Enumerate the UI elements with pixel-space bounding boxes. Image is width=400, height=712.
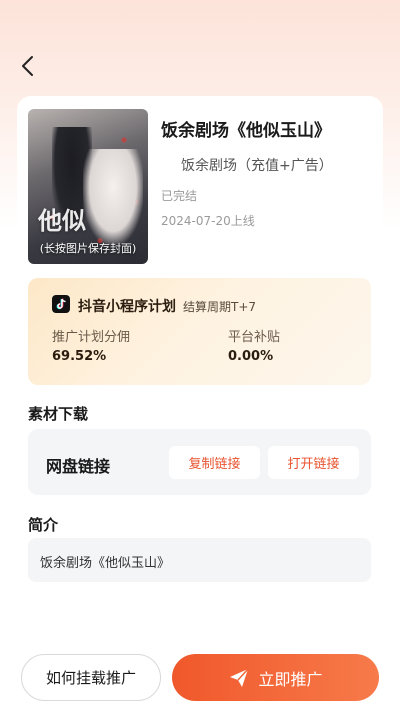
copy-link-button[interactable]: 复制链接: [169, 446, 260, 479]
poster-title-art: 他似: [38, 206, 86, 235]
subsidy-value: 0.00%: [228, 349, 274, 364]
promote-now-button[interactable]: 立即推广: [172, 654, 379, 701]
back-button[interactable]: [14, 52, 42, 80]
drama-tag: 饭余剧场（充值+广告）: [181, 158, 333, 174]
commission-label: 推广计划分佣: [52, 330, 131, 345]
intro-text: 饭余剧场《他似玉山》: [40, 556, 171, 571]
poster-figure-bride: [83, 149, 143, 244]
how-to-mount-button[interactable]: 如何挂载推广: [21, 654, 161, 701]
how-to-mount-label: 如何挂载推广: [45, 669, 136, 687]
plan-title: 抖音小程序计划: [78, 299, 176, 315]
drama-poster[interactable]: 他似 (长按图片保存封面): [28, 109, 148, 264]
release-date: 2024-07-20上线: [161, 214, 255, 228]
materials-section-title: 素材下载: [28, 405, 89, 423]
chevron-left-icon: [22, 56, 33, 76]
drama-title: 饭余剧场《他似玉山》: [161, 121, 331, 141]
netdisk-link-label: 网盘链接: [46, 457, 111, 476]
intro-section-title: 简介: [28, 516, 59, 534]
commission-value: 69.52%: [52, 349, 107, 364]
subsidy-label: 平台补贴: [228, 330, 281, 345]
promote-now-label: 立即推广: [258, 669, 323, 689]
paper-plane-icon: [230, 668, 250, 687]
tiktok-icon: [52, 295, 70, 313]
drama-status: 已完结: [161, 189, 198, 203]
open-link-button[interactable]: 打开链接: [268, 446, 359, 479]
poster-save-hint: (长按图片保存封面): [39, 242, 137, 255]
settlement-cycle: 结算周期T+7: [183, 300, 257, 314]
